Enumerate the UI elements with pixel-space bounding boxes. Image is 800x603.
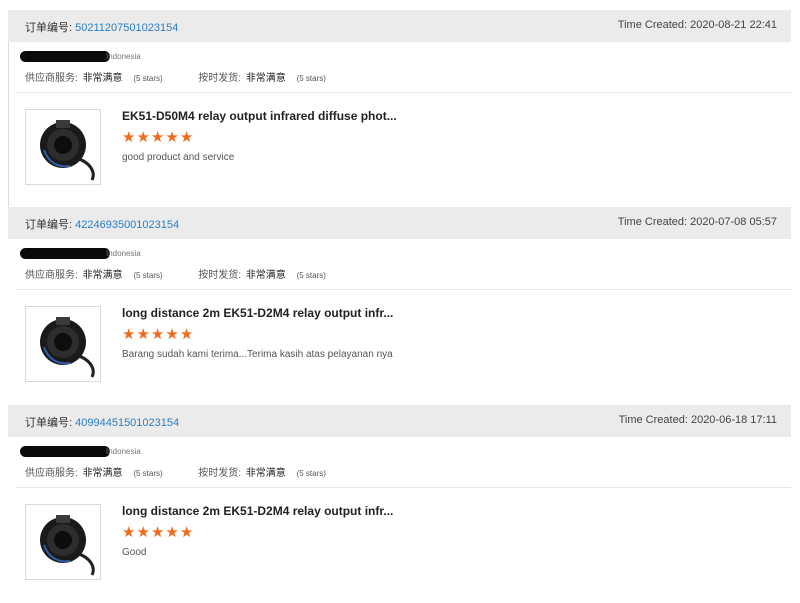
order-header: 订单编号: 50211207501023154 Time Created: 20… (8, 10, 791, 42)
supplier-service-value: 非常满意 (82, 270, 123, 281)
time-created-value: 2020-06-18 17:11 (690, 414, 777, 426)
star-icon: ★ (179, 129, 195, 146)
order-card: 订单编号: 40994451501023154 Time Created: 20… (8, 405, 791, 596)
order-number-link[interactable]: 40994451501023154 (75, 417, 179, 429)
on-time-label: 按时发货: (198, 270, 242, 281)
product-image[interactable] (25, 504, 101, 580)
buyer-info: Indonesia 供应商服务: 非常满意 (5 stars) 按时发货: 非常… (8, 42, 791, 92)
order-number-label: 订单编号: (25, 22, 73, 34)
star-icon: ★ (136, 524, 151, 541)
time-created-label: Time Created: (617, 216, 688, 228)
rating-stars: ★★★★★ (122, 128, 194, 146)
supplier-service-label: 供应商服务: (25, 468, 78, 479)
rating-stars: ★★★★★ (122, 325, 194, 343)
on-time-label: 按时发货: (198, 73, 242, 84)
seller-ratings: 供应商服务: 非常满意 (5 stars) 按时发货: 非常满意 (5 star… (25, 266, 326, 281)
on-time-label: 按时发货: (198, 468, 242, 479)
seller-ratings: 供应商服务: 非常满意 (5 stars) 按时发货: 非常满意 (5 star… (25, 464, 326, 479)
on-time-stars: (5 stars) (296, 74, 326, 83)
product-name-link[interactable]: long distance 2m EK51-D2M4 relay output … (122, 306, 393, 320)
review-text: good product and service (122, 152, 235, 163)
redacted-buyer-name (20, 446, 110, 457)
star-icon: ★ (122, 326, 137, 343)
time-created-label: Time Created: (618, 414, 688, 426)
buyer-country: Indonesia (106, 447, 141, 456)
star-icon: ★ (136, 326, 151, 343)
review-text: Good (122, 547, 147, 558)
order-card: 订单编号: 42246935001023154 Time Created: 20… (8, 207, 791, 398)
product-review: long distance 2m EK51-D2M4 relay output … (8, 488, 791, 596)
star-icon: ★ (122, 524, 137, 541)
time-created: Time Created: 2020-07-08 05:57 (618, 216, 777, 228)
time-created-value: 2020-07-08 05:57 (690, 216, 777, 228)
on-time-stars: (5 stars) (296, 271, 326, 280)
supplier-service-value: 非常满意 (82, 73, 123, 84)
time-created: Time Created: 2020-08-21 22:41 (618, 19, 777, 31)
star-icon: ★ (179, 524, 195, 541)
order-number: 订单编号: 40994451501023154 (25, 414, 179, 430)
seller-ratings: 供应商服务: 非常满意 (5 stars) 按时发货: 非常满意 (5 star… (25, 69, 326, 84)
sensor-product-image (40, 515, 95, 576)
time-created-value: 2020-08-21 22:41 (690, 19, 777, 31)
buyer-country: Indonesia (106, 52, 141, 61)
sensor-product-image (40, 120, 95, 181)
star-icon: ★ (122, 129, 137, 146)
redacted-buyer-name (20, 51, 110, 62)
on-time-value: 非常满意 (245, 73, 286, 84)
order-number-link[interactable]: 50211207501023154 (75, 22, 178, 34)
order-number-link[interactable]: 42246935001023154 (75, 219, 179, 231)
on-time-value: 非常满意 (245, 468, 286, 479)
buyer-info: Indonesia 供应商服务: 非常满意 (5 stars) 按时发货: 非常… (8, 239, 791, 289)
buyer-info: Indonesia 供应商服务: 非常满意 (5 stars) 按时发货: 非常… (8, 437, 791, 487)
star-icon: ★ (165, 524, 180, 541)
supplier-service-label: 供应商服务: (25, 270, 78, 281)
product-image[interactable] (25, 306, 101, 382)
supplier-service-stars: (5 stars) (133, 469, 163, 478)
supplier-service-value: 非常满意 (82, 468, 123, 479)
order-number-label: 订单编号: (25, 417, 73, 429)
star-icon: ★ (150, 326, 166, 343)
time-created: Time Created: 2020-06-18 17:11 (619, 414, 777, 426)
rating-stars: ★★★★★ (122, 523, 194, 541)
supplier-service-stars: (5 stars) (133, 271, 163, 280)
order-header: 订单编号: 42246935001023154 Time Created: 20… (8, 207, 791, 239)
redacted-buyer-name (20, 248, 110, 259)
sensor-product-image (40, 317, 95, 378)
star-icon: ★ (136, 129, 151, 146)
order-card: 订单编号: 50211207501023154 Time Created: 20… (8, 10, 791, 228)
star-icon: ★ (150, 129, 166, 146)
on-time-stars: (5 stars) (296, 469, 326, 478)
order-number-label: 订单编号: (25, 219, 73, 231)
star-icon: ★ (179, 326, 195, 343)
product-review: long distance 2m EK51-D2M4 relay output … (8, 290, 791, 398)
product-name-link[interactable]: EK51-D50M4 relay output infrared diffuse… (122, 109, 397, 123)
order-number: 订单编号: 50211207501023154 (25, 19, 178, 35)
star-icon: ★ (150, 524, 166, 541)
buyer-country: Indonesia (106, 249, 141, 258)
order-header: 订单编号: 40994451501023154 Time Created: 20… (8, 405, 791, 437)
product-name-link[interactable]: long distance 2m EK51-D2M4 relay output … (122, 504, 393, 518)
on-time-value: 非常满意 (245, 270, 286, 281)
review-text: Barang sudah kami terima...Terima kasih … (122, 349, 393, 360)
star-icon: ★ (165, 326, 180, 343)
supplier-service-label: 供应商服务: (25, 73, 78, 84)
order-number: 订单编号: 42246935001023154 (25, 216, 179, 232)
star-icon: ★ (165, 129, 180, 146)
product-image[interactable] (25, 109, 101, 185)
time-created-label: Time Created: (617, 19, 688, 31)
supplier-service-stars: (5 stars) (133, 74, 163, 83)
product-review: EK51-D50M4 relay output infrared diffuse… (8, 93, 791, 201)
